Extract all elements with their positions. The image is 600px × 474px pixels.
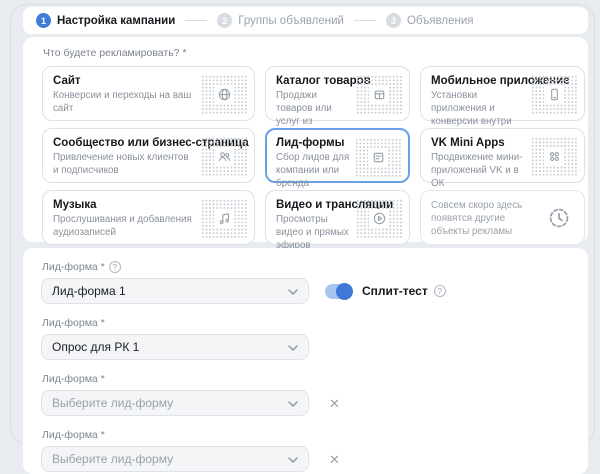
field-label: Лид-форма * — [42, 317, 570, 329]
dotted-pattern — [531, 75, 577, 114]
select-value: Лид-форма 1 — [52, 284, 126, 298]
globe-icon — [214, 85, 234, 104]
split-test-label: Сплит-тест — [362, 284, 428, 298]
leadform-select-1[interactable]: Лид-форма 1 — [41, 278, 309, 304]
coming-soon-tile: Совсем скоро здесь появятся другие объек… — [420, 190, 585, 245]
objective-question: Что будете рекламировать? * — [43, 47, 578, 59]
objective-tile-site[interactable]: Сайт Конверсии и переходы на ваш сайт — [42, 66, 255, 121]
leadform-select-3[interactable]: Выберите лид-форму — [41, 390, 309, 416]
step-3-badge: 3 — [386, 13, 401, 28]
phone-icon — [544, 85, 564, 104]
leadform-field-1: Лид-форма * ? Лид-форма 1 Сплит-тест ? — [41, 261, 570, 304]
select-value: Опрос для РК 1 — [52, 340, 139, 354]
music-icon — [214, 209, 234, 228]
field-label-text: Лид-форма * — [42, 317, 105, 329]
objective-tile-lead-forms[interactable]: Лид-формы Сбор лидов для компании или бр… — [265, 128, 410, 183]
field-label: Лид-форма * — [42, 429, 570, 441]
chevron-down-icon — [288, 396, 298, 410]
step-campaign-settings[interactable]: 1 Настройка кампании — [36, 13, 175, 28]
chevron-down-icon — [288, 452, 298, 466]
dotted-pattern — [356, 199, 402, 238]
play-icon — [369, 209, 389, 228]
dotted-pattern — [531, 137, 577, 176]
miniapps-icon — [544, 147, 564, 166]
catalog-icon — [369, 85, 389, 104]
field-label: Лид-форма * — [42, 373, 570, 385]
leadform-field-3: Лид-форма * Выберите лид-форму ✕ — [41, 373, 570, 416]
step-2-badge: 2 — [217, 13, 232, 28]
split-test-toggle[interactable] — [325, 284, 352, 299]
chevron-down-icon — [288, 340, 298, 354]
leadform-field-2: Лид-форма * Опрос для РК 1 — [41, 317, 570, 360]
leadform-card: Лид-форма * ? Лид-форма 1 Сплит-тест ? Л… — [23, 248, 588, 474]
split-test-help-icon[interactable]: ? — [434, 285, 446, 297]
objective-tile-video[interactable]: Видео и трансляции Просмотры видео и пря… — [265, 190, 410, 245]
dotted-pattern — [201, 137, 247, 176]
leadform-icon — [368, 148, 388, 167]
community-icon — [214, 147, 234, 166]
toggle-knob — [336, 283, 353, 300]
step-1-label: Настройка кампании — [57, 15, 175, 27]
field-label: Лид-форма * ? — [42, 261, 570, 273]
field-label-text: Лид-форма * — [42, 373, 105, 385]
help-icon[interactable]: ? — [109, 261, 121, 273]
objective-tile-mini-apps[interactable]: VK Mini Apps Продвижение мини-приложений… — [420, 128, 585, 183]
objective-tile-community[interactable]: Сообщество или бизнес-страница Привлечен… — [42, 128, 255, 183]
objective-grid: Сайт Конверсии и переходы на ваш сайт Ка… — [42, 66, 578, 245]
objective-tile-catalog[interactable]: Каталог товаров Продажи товаров или услу… — [265, 66, 410, 121]
field-label-text: Лид-форма * — [42, 429, 105, 441]
objective-tile-mobile-app[interactable]: Мобильное приложение Установки приложени… — [420, 66, 585, 121]
clock-icon — [544, 203, 574, 233]
leadform-select-4[interactable]: Выберите лид-форму — [41, 446, 309, 472]
dotted-pattern — [356, 75, 402, 114]
campaign-stepper: 1 Настройка кампании 2 Группы объявлений… — [23, 7, 588, 34]
objective-tile-music[interactable]: Музыка Прослушивания и добавления аудиоз… — [42, 190, 255, 245]
step-2-label: Группы объявлений — [238, 15, 344, 27]
step-divider — [185, 20, 207, 21]
remove-leadform-icon[interactable]: ✕ — [329, 397, 340, 410]
step-ad-groups[interactable]: 2 Группы объявлений — [217, 13, 344, 28]
objective-card: Что будете рекламировать? * Сайт Конверс… — [23, 37, 588, 242]
leadform-field-4: Лид-форма * Выберите лид-форму ✕ — [41, 429, 570, 472]
dotted-pattern — [201, 75, 247, 114]
dotted-pattern — [355, 138, 401, 177]
select-placeholder: Выберите лид-форму — [52, 396, 173, 410]
field-label-text: Лид-форма * — [42, 261, 105, 273]
step-divider — [354, 20, 376, 21]
step-ads[interactable]: 3 Объявления — [386, 13, 474, 28]
dotted-pattern — [201, 199, 247, 238]
step-1-badge: 1 — [36, 13, 51, 28]
chevron-down-icon — [288, 284, 298, 298]
coming-soon-text: Совсем скоро здесь появятся другие объек… — [431, 199, 543, 239]
leadform-select-2[interactable]: Опрос для РК 1 — [41, 334, 309, 360]
remove-leadform-icon[interactable]: ✕ — [329, 453, 340, 466]
select-placeholder: Выберите лид-форму — [52, 452, 173, 466]
step-3-label: Объявления — [407, 15, 474, 27]
